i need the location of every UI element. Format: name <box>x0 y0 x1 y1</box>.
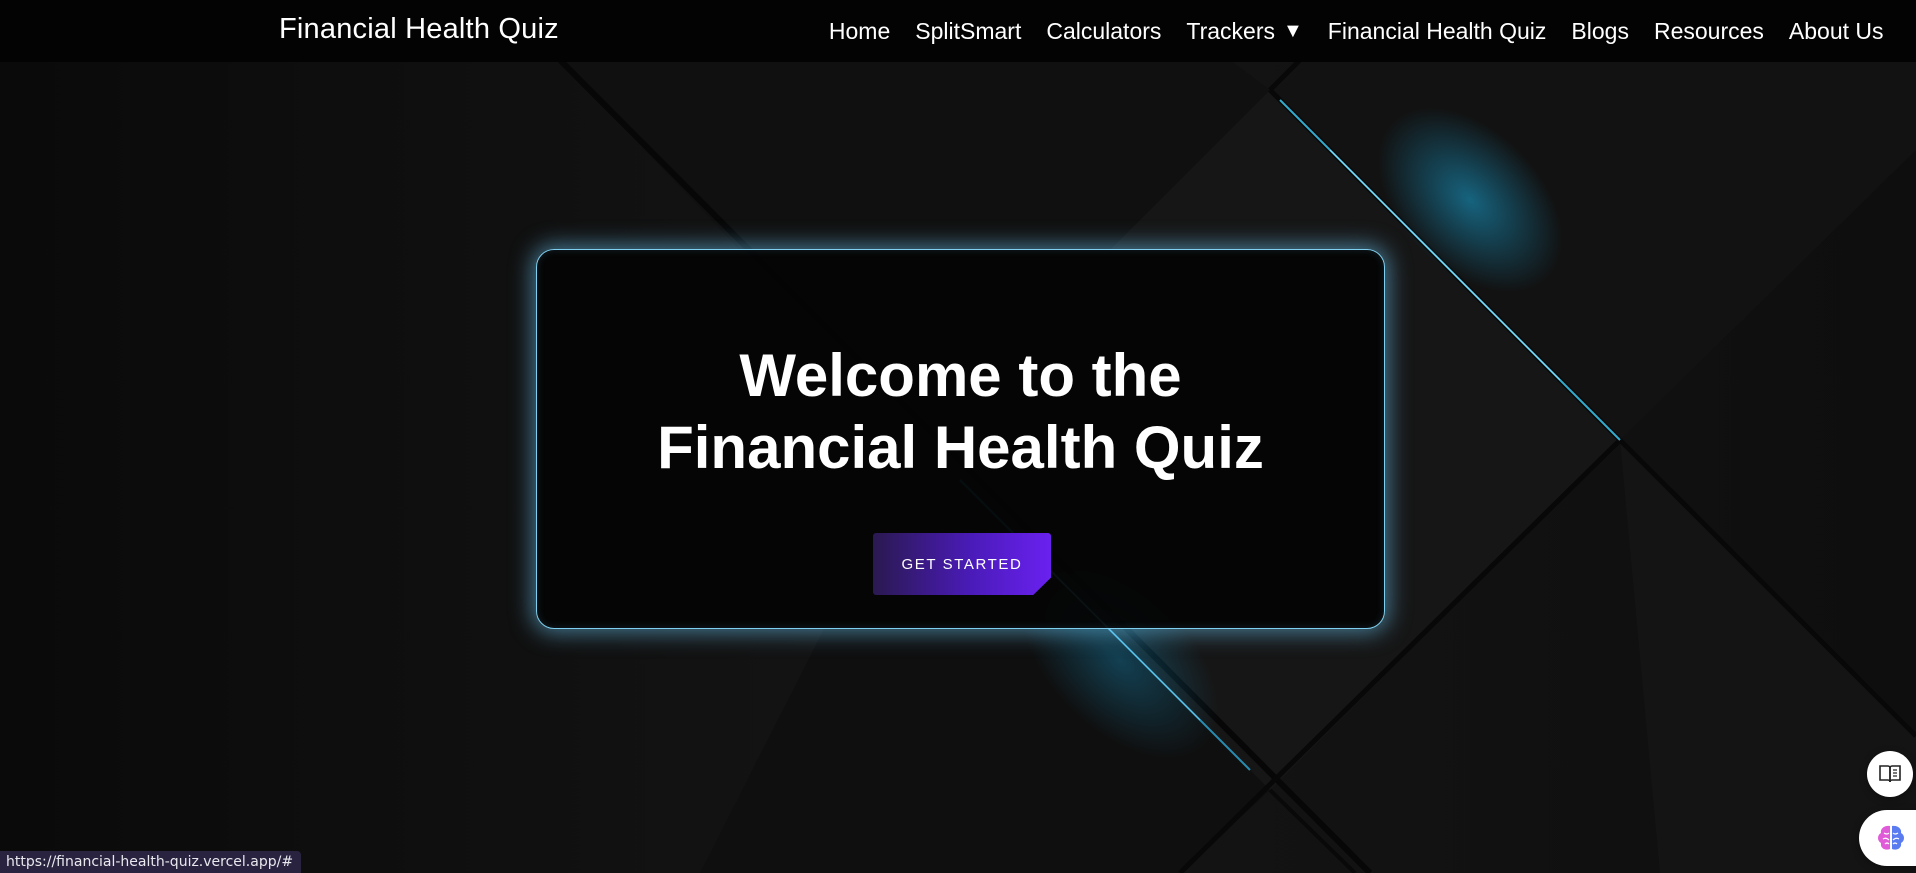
brand-link[interactable]: Financial Health Quiz <box>279 13 559 46</box>
get-started-button[interactable]: GET STARTED <box>873 533 1051 595</box>
ai-assistant-button[interactable] <box>1859 810 1916 866</box>
nav-trackers-label: Trackers <box>1186 17 1275 44</box>
nav-blogs[interactable]: Blogs <box>1559 18 1642 45</box>
welcome-title: Welcome to the Financial Health Quiz <box>657 342 1264 481</box>
nav-calculators[interactable]: Calculators <box>1034 18 1174 45</box>
brain-icon <box>1878 825 1904 850</box>
nav-splitsmart[interactable]: SplitSmart <box>903 18 1034 45</box>
reading-mode-button[interactable] <box>1867 751 1913 797</box>
status-bar-url: https://financial-health-quiz.vercel.app… <box>0 851 302 873</box>
nav-financial-health-quiz[interactable]: Financial Health Quiz <box>1315 18 1559 45</box>
nav-links: Home SplitSmart Calculators Trackers ▼ F… <box>816 0 1896 62</box>
caret-down-icon: ▼ <box>1283 19 1303 42</box>
nav-about-us[interactable]: About Us <box>1776 18 1896 45</box>
nav-home[interactable]: Home <box>816 18 902 45</box>
book-icon <box>1879 765 1901 783</box>
welcome-card: Welcome to the Financial Health Quiz GET… <box>536 249 1385 629</box>
nav-resources[interactable]: Resources <box>1641 18 1776 45</box>
nav-trackers-dropdown[interactable]: Trackers ▼ <box>1174 18 1315 45</box>
top-navbar: Financial Health Quiz Home SplitSmart Ca… <box>0 0 1916 62</box>
